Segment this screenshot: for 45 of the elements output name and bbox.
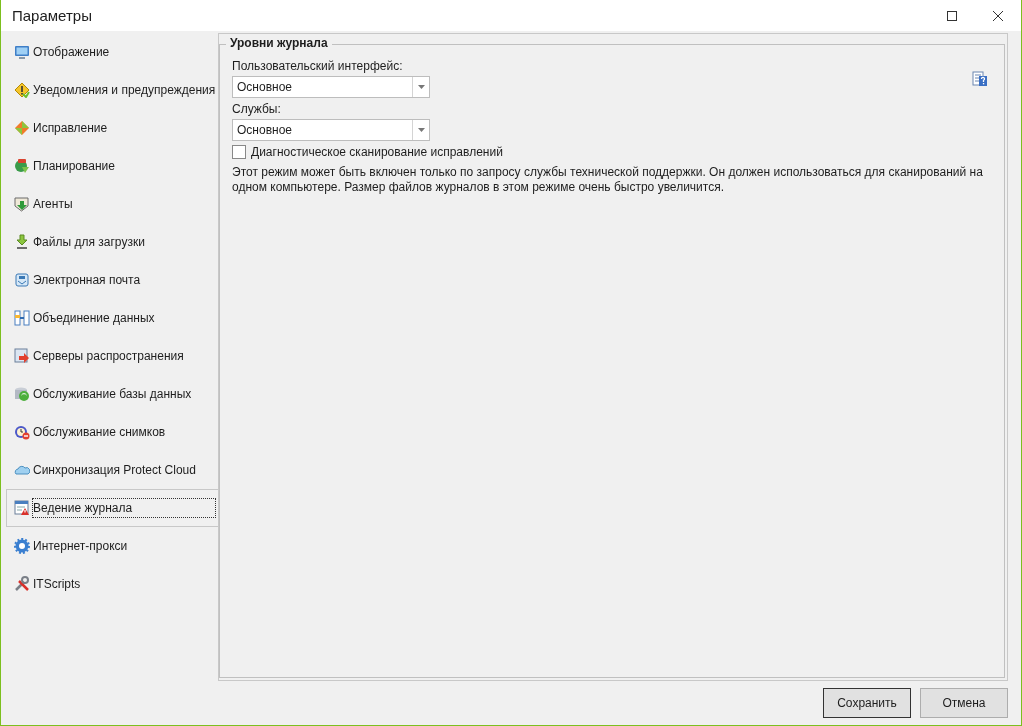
sidebar-item[interactable]: Ведение журнала — [6, 489, 218, 527]
caret-icon — [417, 85, 425, 89]
sidebar-item-icon — [14, 386, 30, 402]
dropdown[interactable]: Основное — [232, 119, 430, 141]
sidebar-item-icon — [14, 82, 30, 98]
sidebar-item-icon — [14, 500, 30, 516]
sidebar-item[interactable]: Обслуживание базы данных — [6, 375, 213, 413]
sidebar-item[interactable]: Электронная почта — [6, 261, 213, 299]
sidebar-item[interactable]: Объединение данных — [6, 299, 213, 337]
sidebar-item[interactable]: Исправление — [6, 109, 213, 147]
sidebar-item-icon — [14, 234, 30, 250]
sidebar-item[interactable]: Планирование — [6, 147, 213, 185]
description-text: Этот режим может быть включен только по запросу службы технической поддержки. Он должен использоваться для сканирований на одном компьютере. Размер файлов журналов в этом режиме очень быстро увеличится. — [232, 165, 984, 195]
sidebar-item-icon — [14, 196, 30, 212]
help-icon[interactable] — [972, 71, 988, 87]
sidebar-item[interactable]: Отображение — [6, 33, 213, 71]
maximize-icon[interactable] — [947, 10, 957, 21]
sidebar-item-icon — [14, 348, 30, 364]
sidebar-item-icon — [14, 44, 30, 60]
sidebar-item[interactable]: Синхронизация Protect Cloud — [6, 451, 213, 489]
checkbox[interactable] — [232, 145, 246, 159]
sidebar-item[interactable]: Обслуживание снимков — [6, 413, 213, 451]
sidebar-item[interactable]: Серверы распространения — [6, 337, 213, 375]
sidebar-item-icon — [14, 424, 30, 440]
sidebar-item-icon — [14, 538, 30, 554]
checkbox-label: Диагностическое сканирование исправлений — [251, 145, 503, 159]
sidebar-item[interactable]: ITScripts — [6, 565, 213, 603]
field-label: Пользовательский интерфейс: — [232, 59, 404, 73]
sidebar-item-icon — [14, 310, 30, 326]
sidebar-item[interactable]: Агенты — [6, 185, 213, 223]
sidebar-item-icon — [14, 120, 30, 136]
dialog-button[interactable]: Сохранить — [823, 688, 911, 718]
sidebar-item-icon — [14, 576, 30, 592]
field-label: Службы: — [232, 102, 282, 116]
group-title: Уровни журнала — [226, 36, 332, 50]
sidebar-item-icon — [14, 272, 30, 288]
sidebar-item-icon — [14, 158, 30, 174]
caret-icon — [417, 128, 425, 132]
dropdown[interactable]: Основное — [232, 76, 430, 98]
window-title: Параметры — [11, 7, 93, 24]
close-icon[interactable] — [993, 10, 1003, 21]
sidebar-item[interactable]: Файлы для загрузки — [6, 223, 213, 261]
sidebar-item[interactable]: Уведомления и предупреждения — [6, 71, 213, 109]
dialog-button[interactable]: Отмена — [920, 688, 1008, 718]
sidebar-item[interactable]: Интернет-прокси — [6, 527, 213, 565]
